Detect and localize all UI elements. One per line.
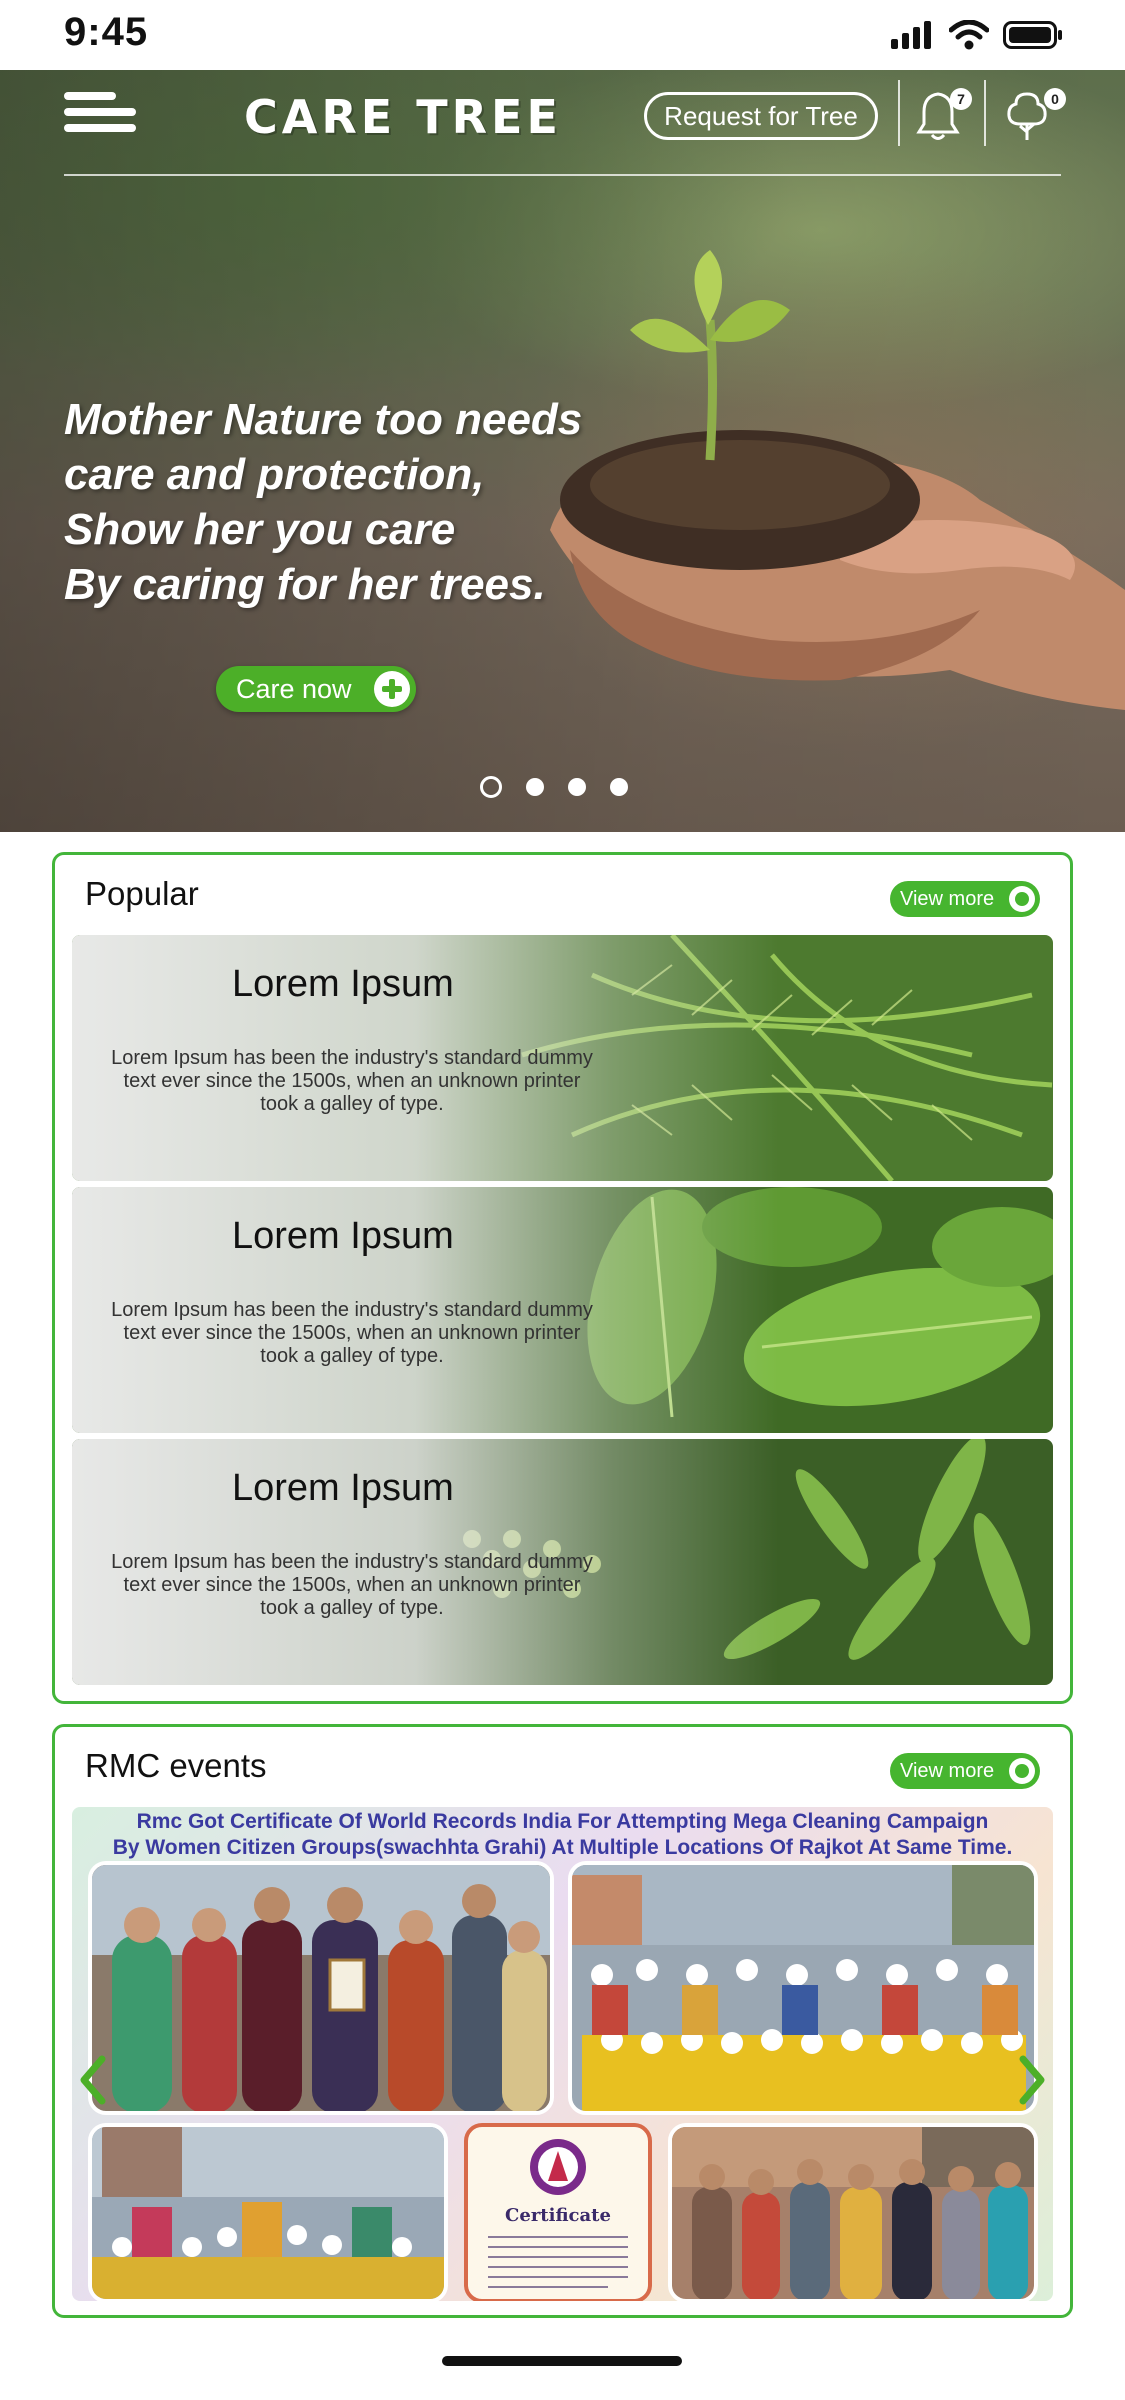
battery-icon <box>1003 21 1062 49</box>
signal-icon <box>891 21 931 49</box>
popular-item[interactable]: Lorem Ipsum Lorem Ipsum has been the ind… <box>72 1439 1053 1685</box>
event-banner[interactable]: Rmc Got Certificate Of World Records Ind… <box>72 1807 1053 2301</box>
event-photo <box>88 1861 554 2115</box>
popular-item[interactable]: Lorem Ipsum Lorem Ipsum has been the ind… <box>72 1187 1053 1433</box>
popular-item-desc: Lorem Ipsum has been the industry's stan… <box>111 1299 593 1367</box>
event-photo <box>568 1861 1038 2115</box>
hero-line: Show her you care <box>64 505 456 554</box>
popular-title: Popular <box>85 875 199 912</box>
event-photo <box>668 2123 1038 2301</box>
popular-item-desc: Lorem Ipsum has been the industry's stan… <box>111 1047 593 1115</box>
view-more-label: View more <box>900 1759 995 1782</box>
carousel-dot[interactable] <box>480 776 502 798</box>
notifications-button[interactable]: 7 <box>916 88 972 146</box>
event-headline: Rmc Got Certificate Of World Records Ind… <box>72 1809 1053 1861</box>
hero-line: care and protection, <box>64 450 485 499</box>
events-view-more-button[interactable]: View more <box>890 1753 1040 1789</box>
popular-item-title: Lorem Ipsum <box>232 1215 454 1257</box>
care-now-button[interactable]: Care now <box>216 666 416 712</box>
hero-carousel[interactable]: CARE TREE Request for Tree 7 0 Mother Na… <box>0 70 1125 832</box>
carousel-dot[interactable] <box>526 778 544 796</box>
nav-divider <box>984 80 986 146</box>
events-title: RMC events <box>85 1747 267 1784</box>
events-section: RMC events View more Rmc Got Certificate… <box>52 1724 1073 2318</box>
popular-item-title: Lorem Ipsum <box>232 963 454 1005</box>
next-arrow-icon[interactable] <box>1017 2055 1047 2105</box>
popular-section: Popular View more Lorem Ipsum Lorem Ipsu… <box>52 852 1073 1704</box>
plus-icon <box>374 671 410 707</box>
wifi-icon <box>949 20 989 50</box>
certificate-image: Certificate <box>464 2123 652 2301</box>
trees-badge: 0 <box>1044 88 1066 110</box>
hero-line: Mother Nature too needs <box>64 395 583 444</box>
view-more-icon <box>1009 1758 1035 1784</box>
menu-icon[interactable] <box>64 92 136 144</box>
brand-logo: CARE TREE <box>244 90 562 144</box>
request-tree-button[interactable]: Request for Tree <box>644 92 878 140</box>
certificate-label: Certificate <box>505 2205 611 2226</box>
status-time: 9:45 <box>64 10 149 54</box>
carousel-indicator <box>480 776 628 798</box>
hero-line: By caring for her trees. <box>64 560 546 609</box>
notification-badge: 7 <box>950 88 972 110</box>
my-trees-button[interactable]: 0 <box>1004 88 1066 146</box>
popular-item-title: Lorem Ipsum <box>232 1467 454 1509</box>
nav-divider <box>898 80 900 146</box>
popular-view-more-button[interactable]: View more <box>890 881 1040 917</box>
care-now-label: Care now <box>236 673 352 704</box>
event-headline-line: By Women Citizen Groups(swachhta Grahi) … <box>112 1836 1013 1859</box>
event-photo <box>88 2123 448 2301</box>
status-bar: 9:45 <box>0 0 1125 70</box>
carousel-dot[interactable] <box>568 778 586 796</box>
view-more-label: View more <box>900 887 995 910</box>
carousel-dot[interactable] <box>610 778 628 796</box>
popular-item[interactable]: Lorem Ipsum Lorem Ipsum has been the ind… <box>72 935 1053 1181</box>
home-indicator[interactable] <box>442 2356 682 2366</box>
event-headline-line: Rmc Got Certificate Of World Records Ind… <box>136 1810 989 1833</box>
prev-arrow-icon[interactable] <box>78 2055 108 2105</box>
hero-headline: Mother Nature too needs care and protect… <box>64 392 704 612</box>
top-nav: CARE TREE Request for Tree 7 0 <box>64 70 1066 176</box>
popular-item-desc: Lorem Ipsum has been the industry's stan… <box>111 1551 593 1619</box>
view-more-icon <box>1009 886 1035 912</box>
status-icons <box>891 20 1063 50</box>
